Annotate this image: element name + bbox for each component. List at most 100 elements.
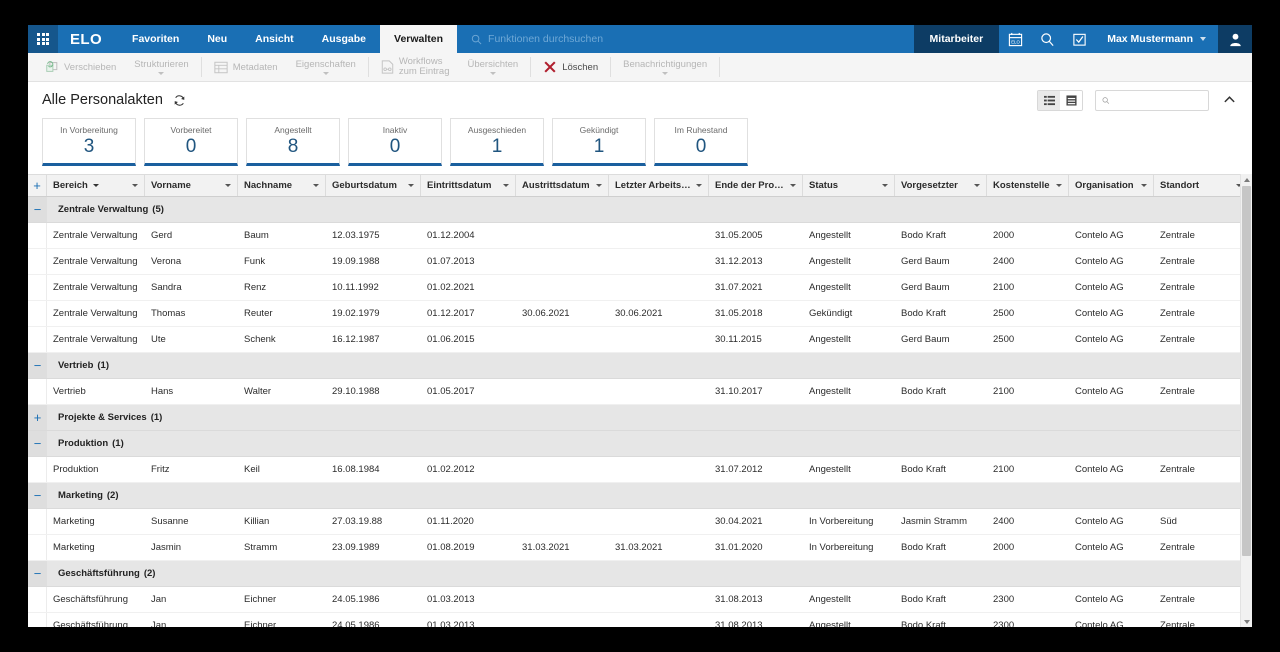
list-view-icon[interactable] [1038, 91, 1060, 110]
column-header-nachname[interactable]: Nachname [238, 175, 326, 196]
command-eigenschaften[interactable]: Eigenschaften [287, 53, 365, 81]
stat-card-im-ruhestand[interactable]: Im Ruhestand 0 [654, 118, 748, 166]
command-metadaten[interactable]: Metadaten [205, 53, 287, 81]
group-row[interactable]: −Marketing(2) [28, 483, 1252, 509]
search-icon [1102, 96, 1110, 105]
command-verschieben[interactable]: Verschieben [36, 53, 125, 81]
cell-bereich: Zentrale Verwaltung [47, 256, 145, 267]
ribbon-tab-ausgabe[interactable]: Ausgabe [308, 25, 380, 53]
function-search[interactable]: Funktionen durchsuchen [457, 25, 913, 53]
ribbon-tab-ansicht[interactable]: Ansicht [241, 25, 308, 53]
column-header-label: Nachname [244, 180, 309, 191]
column-header-ende-der-probezeit[interactable]: Ende der Probezeit [709, 175, 803, 196]
table-row[interactable]: MarketingJasminStramm23.09.198901.08.201… [28, 535, 1252, 561]
tasks-checkbox-icon[interactable] [1063, 25, 1095, 53]
column-header-label: Vorname [151, 180, 221, 191]
command-benachrichtigungen[interactable]: Benachrichtigungen [614, 53, 716, 81]
stat-card-gekuendigt[interactable]: Gekündigt 1 [552, 118, 646, 166]
ribbon-tab-favoriten[interactable]: Favoriten [118, 25, 193, 53]
table-row[interactable]: VertriebHansWalter29.10.198801.05.201731… [28, 379, 1252, 405]
table-row[interactable]: Zentrale VerwaltungGerdBaum12.03.197501.… [28, 223, 1252, 249]
stat-card-in-vorbereitung[interactable]: In Vorbereitung 3 [42, 118, 136, 166]
stat-card-angestellt[interactable]: Angestellt 8 [246, 118, 340, 166]
chevron-down-icon[interactable] [696, 184, 702, 187]
table-row[interactable]: ProduktionFritzKeil16.08.198401.02.20123… [28, 457, 1252, 483]
group-collapse-icon[interactable]: − [28, 353, 47, 378]
avatar[interactable] [1218, 25, 1252, 53]
cell-status: Angestellt [803, 620, 895, 627]
scrollbar-thumb[interactable] [1242, 186, 1251, 556]
cell-vorname: Verona [145, 256, 238, 267]
table-row[interactable]: GeschäftsführungJanEichner24.05.198601.0… [28, 587, 1252, 613]
group-row[interactable]: −Geschäftsführung(2) [28, 561, 1252, 587]
group-collapse-icon[interactable]: − [28, 431, 47, 456]
vertical-scrollbar[interactable] [1240, 174, 1252, 627]
cell-eintrittsdatum: 01.03.2013 [421, 620, 516, 627]
stat-card-vorbereitet[interactable]: Vorbereitet 0 [144, 118, 238, 166]
divider [610, 57, 611, 77]
grid-apps-icon[interactable] [28, 25, 58, 53]
column-header-eintrittsdatum[interactable]: Eintrittsdatum [421, 175, 516, 196]
group-row[interactable]: −Zentrale Verwaltung(5) [28, 197, 1252, 223]
column-header-letzter-arbeitstag[interactable]: Letzter Arbeitstag [609, 175, 709, 196]
search-input[interactable] [1115, 94, 1202, 107]
column-header-standort[interactable]: Standort [1154, 175, 1249, 196]
command-workflows[interactable]: Workflows zum Eintrag [372, 53, 459, 81]
column-header-kostenstelle[interactable]: Kostenstelle [987, 175, 1069, 196]
table-row[interactable]: Zentrale VerwaltungVeronaFunk19.09.19880… [28, 249, 1252, 275]
expand-all-toggle[interactable]: + [28, 175, 47, 196]
chevron-down-icon[interactable] [225, 184, 231, 187]
search-icon[interactable] [1031, 25, 1063, 53]
cell-geburtsdatum: 24.05.1986 [326, 620, 421, 627]
table-row[interactable]: GeschäftsführungJanEichner24.05.198601.0… [28, 613, 1252, 627]
column-header-vorname[interactable]: Vorname [145, 175, 238, 196]
table-search-box[interactable] [1095, 90, 1209, 111]
column-header-vorgesetzter[interactable]: Vorgesetzter [895, 175, 987, 196]
group-row[interactable]: −Vertrieb(1) [28, 353, 1252, 379]
command-strukturieren[interactable]: Strukturieren [125, 53, 197, 81]
column-header-geburtsdatum[interactable]: Geburtsdatum [326, 175, 421, 196]
chevron-down-icon[interactable] [596, 184, 602, 187]
chevron-down-icon[interactable] [882, 184, 888, 187]
scroll-up-arrow[interactable] [1241, 174, 1252, 185]
cell-organisation: Contelo AG [1069, 256, 1154, 267]
chevron-down-icon[interactable] [313, 184, 319, 187]
table-row[interactable]: Zentrale VerwaltungUteSchenk16.12.198701… [28, 327, 1252, 353]
chevron-down-icon[interactable] [790, 184, 796, 187]
group-collapse-icon[interactable]: − [28, 197, 47, 222]
command-loeschen[interactable]: Löschen [534, 53, 607, 81]
table-row[interactable]: MarketingSusanneKillian27.03.19.8801.11.… [28, 509, 1252, 535]
column-header-bereich[interactable]: Bereich [47, 175, 145, 196]
chevron-up-icon[interactable] [1223, 95, 1236, 105]
command-uebersichten[interactable]: Übersichten [459, 53, 528, 81]
cell-standort: Zentrale [1154, 282, 1249, 293]
stat-card-inaktiv[interactable]: Inaktiv 0 [348, 118, 442, 166]
group-row[interactable]: −Produktion(1) [28, 431, 1252, 457]
elo-calendar-icon[interactable]: ELO [999, 25, 1031, 53]
column-header-austrittsdatum[interactable]: Austrittsdatum [516, 175, 609, 196]
chevron-down-icon[interactable] [503, 184, 509, 187]
group-collapse-icon[interactable]: − [28, 483, 47, 508]
ribbon-tab-neu[interactable]: Neu [193, 25, 241, 53]
chevron-down-icon[interactable] [132, 184, 138, 187]
refresh-icon[interactable] [173, 94, 186, 107]
column-header-status[interactable]: Status [803, 175, 895, 196]
card-view-icon[interactable] [1060, 91, 1082, 110]
chevron-down-icon[interactable] [974, 184, 980, 187]
chevron-down-icon [490, 72, 496, 75]
group-row[interactable]: +Projekte & Services(1) [28, 405, 1252, 431]
mitarbeiter-button[interactable]: Mitarbeiter [914, 25, 1000, 53]
stat-card-ausgeschieden[interactable]: Ausgeschieden 1 [450, 118, 544, 166]
column-header-organisation[interactable]: Organisation [1069, 175, 1154, 196]
table-row[interactable]: Zentrale VerwaltungThomasReuter19.02.197… [28, 301, 1252, 327]
table-row[interactable]: Zentrale VerwaltungSandraRenz10.11.19920… [28, 275, 1252, 301]
group-expand-icon[interactable]: + [28, 405, 47, 430]
cell-geburtsdatum: 24.05.1986 [326, 594, 421, 605]
ribbon-tab-verwalten[interactable]: Verwalten [380, 25, 457, 53]
scroll-down-arrow[interactable] [1241, 616, 1252, 627]
group-collapse-icon[interactable]: − [28, 561, 47, 586]
chevron-down-icon[interactable] [408, 184, 414, 187]
chevron-down-icon[interactable] [1056, 184, 1062, 187]
user-menu[interactable]: Max Mustermann [1095, 25, 1218, 53]
chevron-down-icon[interactable] [1141, 184, 1147, 187]
